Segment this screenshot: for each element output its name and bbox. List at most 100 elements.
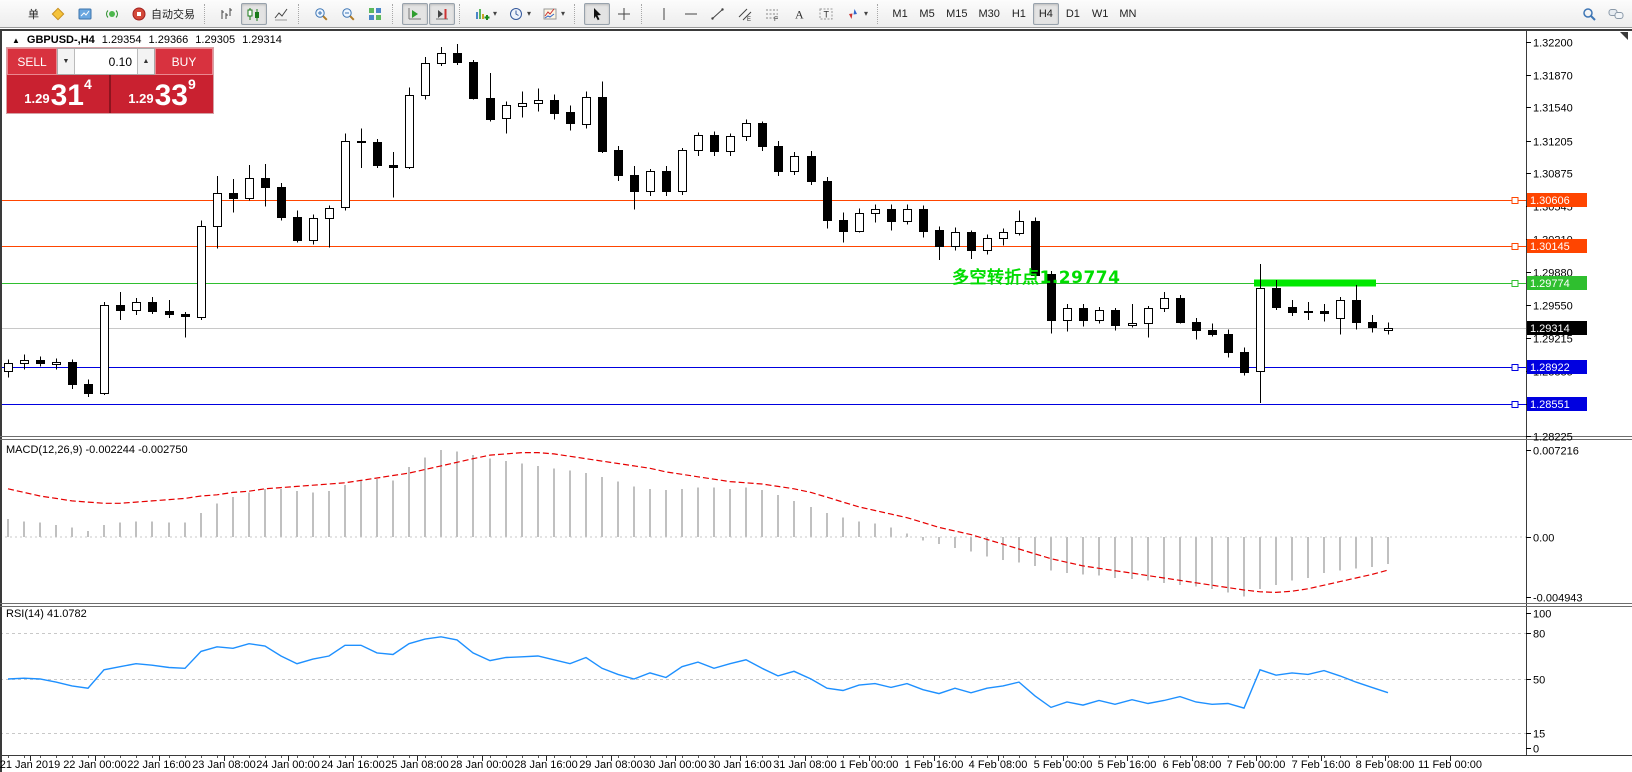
hline-button[interactable] — [678, 3, 704, 25]
macd-label: MACD(12,26,9) -0.002244 -0.002750 — [6, 444, 188, 456]
svg-text:1.29215: 1.29215 — [1533, 334, 1573, 346]
svg-text:1.29550: 1.29550 — [1533, 301, 1573, 313]
buy-price[interactable]: 1.29 33 9 — [111, 75, 213, 113]
buy-price-big: 33 — [155, 82, 188, 110]
search-button[interactable] — [1576, 3, 1602, 25]
svg-text:1.28551: 1.28551 — [1530, 399, 1570, 411]
autotrading-button[interactable]: 自动交易 — [126, 3, 200, 25]
ohlc-close: 1.29314 — [242, 34, 282, 46]
gem-icon — [50, 6, 66, 22]
chart-canvas[interactable]: 1.322001.318701.315401.312051.308751.305… — [0, 0, 1632, 772]
new-order-button[interactable]: 单 — [3, 3, 44, 25]
rsi-name: RSI(14) — [6, 608, 44, 620]
svg-text:1.30875: 1.30875 — [1533, 169, 1573, 181]
svg-text:50: 50 — [1533, 675, 1545, 687]
channel-icon: E — [737, 6, 753, 22]
sell-price-big: 31 — [51, 82, 84, 110]
templates-button[interactable]: ▾ — [537, 3, 570, 25]
timeframe-h1-button[interactable]: H1 — [1006, 3, 1032, 25]
zoom-out-button[interactable] — [335, 3, 361, 25]
buy-price-sup: 9 — [188, 76, 196, 92]
trendline-button[interactable] — [705, 3, 731, 25]
text-button[interactable]: A — [786, 3, 812, 25]
chat-button[interactable] — [1603, 3, 1629, 25]
svg-text:22 Jan 16:00: 22 Jan 16:00 — [127, 759, 191, 771]
collapse-panel-icon[interactable]: ▲ — [12, 36, 20, 45]
gem-button[interactable] — [45, 3, 71, 25]
candles-button[interactable] — [241, 3, 267, 25]
sell-price-prefix: 1.29 — [24, 91, 49, 106]
bars-button[interactable] — [214, 3, 240, 25]
label-button[interactable]: T — [813, 3, 839, 25]
svg-text:7 Feb 16:00: 7 Feb 16:00 — [1292, 759, 1351, 771]
timeframe-m1-button[interactable]: M1 — [887, 3, 913, 25]
svg-text:1 Feb 00:00: 1 Feb 00:00 — [840, 759, 899, 771]
volume-input[interactable]: 0.10 — [75, 49, 137, 74]
timeframe-d1-button[interactable]: D1 — [1060, 3, 1086, 25]
timeframe-m5-button[interactable]: M5 — [914, 3, 940, 25]
shift-button[interactable] — [429, 3, 455, 25]
symbol-ohlc-header: ▲ GBPUSD-,H4 1.29354 1.29366 1.29305 1.2… — [12, 34, 282, 46]
pivot-annotation-text[interactable]: 多空转折点1.29774 — [952, 263, 1120, 288]
timeframe-w1-button[interactable]: W1 — [1087, 3, 1114, 25]
terminal-button[interactable] — [72, 3, 98, 25]
svg-text:24 Jan 00:00: 24 Jan 00:00 — [256, 759, 320, 771]
cursor-button[interactable] — [584, 3, 610, 25]
svg-text:0.007216: 0.007216 — [1533, 446, 1579, 458]
signals-button[interactable] — [99, 3, 125, 25]
svg-text:8 Feb 08:00: 8 Feb 08:00 — [1356, 759, 1415, 771]
svg-text:1.31205: 1.31205 — [1533, 137, 1573, 149]
linechart-button[interactable] — [268, 3, 294, 25]
macd-value-main: -0.002244 — [85, 444, 135, 456]
timeframe-h4-button[interactable]: H4 — [1033, 3, 1059, 25]
terminal-icon — [77, 6, 93, 22]
fibonacci-button[interactable]: F — [759, 3, 785, 25]
chevron-down-icon: ▾ — [864, 9, 868, 18]
toolbar-separator — [877, 4, 882, 24]
indicators-button[interactable]: ▾ — [469, 3, 502, 25]
volume-increase-button[interactable]: ▲ — [137, 49, 154, 74]
fibonacci-icon: F — [764, 6, 780, 22]
zoom-out-icon — [340, 6, 356, 22]
label-icon: T — [818, 6, 834, 22]
sell-button[interactable]: SELL — [7, 48, 57, 75]
symbol-name: GBPUSD-,H4 — [27, 34, 95, 46]
chevron-down-icon: ▾ — [527, 9, 531, 18]
svg-text:A: A — [795, 7, 804, 21]
tile-button[interactable] — [362, 3, 388, 25]
svg-text:30 Jan 00:00: 30 Jan 00:00 — [643, 759, 707, 771]
svg-text:29 Jan 08:00: 29 Jan 08:00 — [579, 759, 643, 771]
autoscroll-button[interactable] — [402, 3, 428, 25]
timeframe-m30-button[interactable]: M30 — [973, 3, 1004, 25]
svg-text:4 Feb 08:00: 4 Feb 08:00 — [969, 759, 1028, 771]
timeframe-mn-button[interactable]: MN — [1114, 3, 1141, 25]
crosshair-button[interactable] — [611, 3, 637, 25]
new-order-icon — [8, 6, 24, 22]
zoom-in-button[interactable] — [308, 3, 334, 25]
volume-stepper: ▼ 0.10 ▲ — [57, 48, 155, 75]
volume-decrease-button[interactable]: ▼ — [58, 49, 75, 74]
toolbar-separator — [298, 4, 303, 24]
svg-text:-0.004943: -0.004943 — [1533, 593, 1583, 605]
toolbar-separator — [459, 4, 464, 24]
svg-text:23 Jan 08:00: 23 Jan 08:00 — [192, 759, 256, 771]
rsi-label: RSI(14) 41.0782 — [6, 608, 87, 620]
macd-name: MACD(12,26,9) — [6, 444, 82, 456]
svg-text:1.29774: 1.29774 — [1530, 278, 1570, 290]
toolbar-separator — [574, 4, 579, 24]
svg-text:5 Feb 00:00: 5 Feb 00:00 — [1034, 759, 1093, 771]
timeframe-m15-button[interactable]: M15 — [941, 3, 972, 25]
svg-text:1.28225: 1.28225 — [1533, 432, 1573, 444]
main-toolbar: 单 自动交易 ▾ ▾ ▾ EF A T ▾ M1M5M15M30H1H4D1W1MN — [0, 0, 1632, 28]
clock-button[interactable]: ▾ — [503, 3, 536, 25]
svg-text:22 Jan 00:00: 22 Jan 00:00 — [63, 759, 127, 771]
svg-text:T: T — [824, 9, 830, 19]
sell-price[interactable]: 1.29 31 4 — [7, 75, 111, 113]
vline-button[interactable] — [651, 3, 677, 25]
buy-button[interactable]: BUY — [155, 48, 213, 75]
arrows-button[interactable]: ▾ — [840, 3, 873, 25]
channel-button[interactable]: E — [732, 3, 758, 25]
toolbar-separator — [204, 4, 209, 24]
autotrading-label: 自动交易 — [151, 6, 195, 22]
tile-icon — [367, 6, 383, 22]
